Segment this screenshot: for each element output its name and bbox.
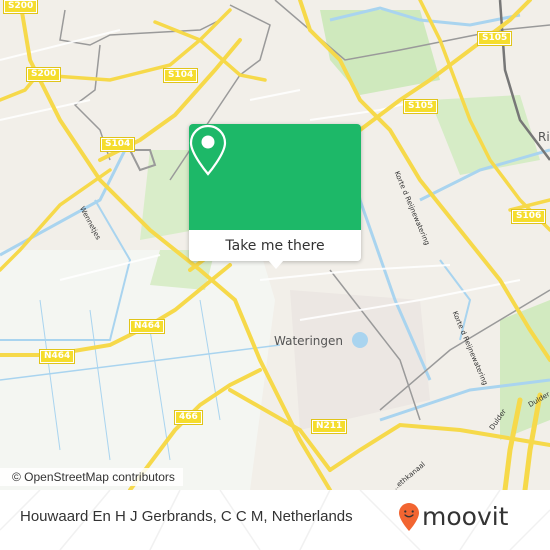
location-popup: Take me there [189,124,361,269]
moovit-wordmark: moovit [422,502,509,531]
popup-header[interactable] [189,124,361,230]
road-shield-466: 466 [174,410,203,425]
rural-area [0,250,275,490]
place-label-rijswijk: Ri [538,130,550,144]
road-shield-n464: N464 [38,349,76,364]
footer: Houwaard En H J Gerbrands, C C M, Nether… [0,490,550,550]
road-shield-s105: S105 [402,99,439,114]
road-shield-s104: S104 [162,68,199,83]
map-pin-icon [189,124,227,176]
take-me-there-button[interactable]: Take me there [189,230,361,261]
location-title: Houwaard En H J Gerbrands, C C M, Nether… [20,508,353,525]
moovit-pin-icon [399,503,419,531]
road-shield-s200: S200 [25,67,62,82]
popup-tail [268,260,284,269]
road-shield-n464: N464 [128,319,166,334]
moovit-logo[interactable]: moovit [398,502,509,532]
road-shield-s200: S200 [2,0,39,14]
pond [352,332,368,348]
road-shield-s106: S106 [510,209,547,224]
map-view[interactable]: S200 S200 S104 S104 S105 S105 S106 N464 … [0,0,550,490]
road-shield-s104: S104 [99,137,136,152]
road-shield-s105: S105 [476,31,513,46]
road-shield-n211: N211 [310,419,348,434]
map-attribution[interactable]: © OpenStreetMap contributors [0,468,183,486]
place-label-wateringen: Wateringen [274,334,344,348]
